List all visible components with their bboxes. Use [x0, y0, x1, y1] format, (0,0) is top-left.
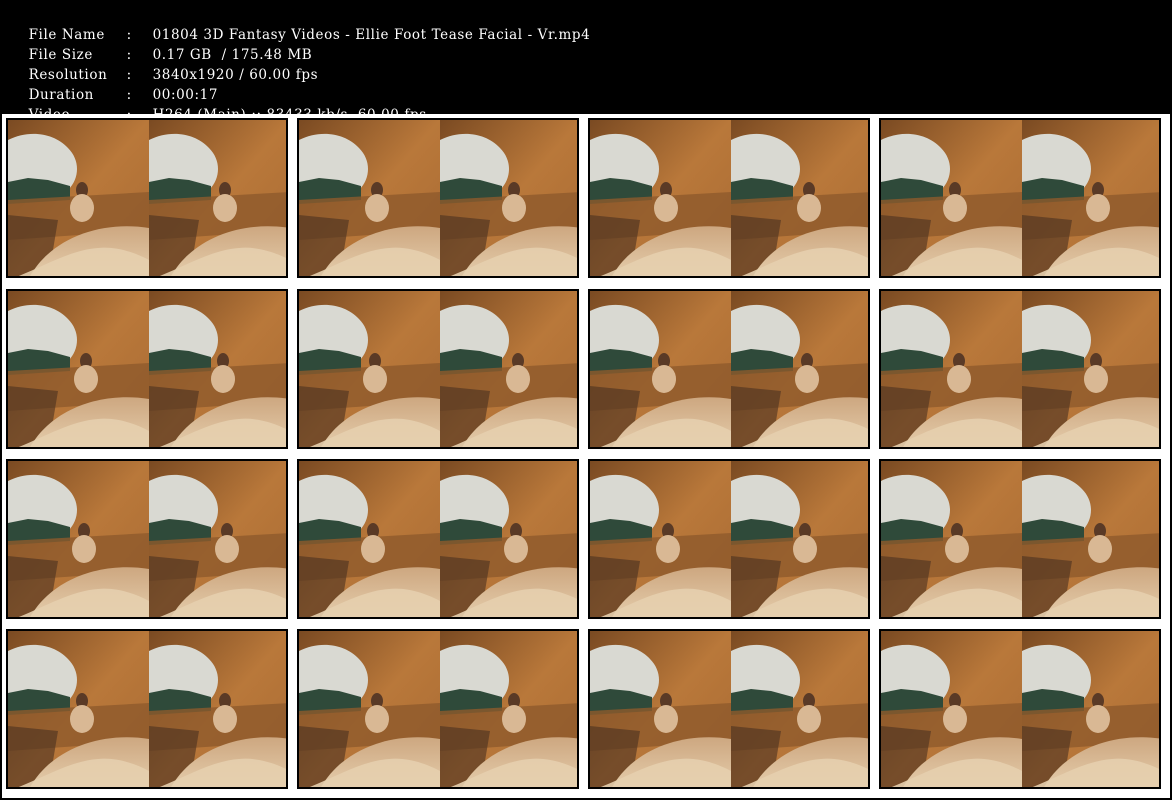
video-thumbnail: [297, 289, 579, 449]
thumbnail-left-eye-frame: [8, 291, 149, 447]
video-thumbnail: [6, 629, 288, 789]
thumbnail-right-eye-frame: [1022, 120, 1159, 276]
thumbnail-left-eye-frame: [299, 631, 440, 787]
thumbnail-right-eye-frame: [149, 631, 286, 787]
thumbnail-right-eye-frame: [1022, 291, 1159, 447]
video-thumbnail: [6, 459, 288, 619]
video-thumbnail: [297, 118, 579, 278]
info-row-duration: Duration:00:00:17: [9, 65, 218, 103]
thumbnail-right-eye-frame: [440, 291, 577, 447]
video-thumbnail: [297, 629, 579, 789]
thumbnail-left-eye-frame: [8, 461, 149, 617]
thumbnail-right-eye-frame: [149, 461, 286, 617]
thumbnail-left-eye-frame: [590, 291, 731, 447]
thumbnail-right-eye-frame: [440, 120, 577, 276]
info-row-resolution: Resolution:3840x1920 / 60.00 fps: [9, 45, 318, 83]
thumbnail-left-eye-frame: [590, 461, 731, 617]
info-row-video: Video:H264 (Main) :: 83433 kb/s, 60.00 f…: [9, 85, 427, 123]
thumbnail-right-eye-frame: [731, 291, 868, 447]
thumbnail-left-eye-frame: [590, 120, 731, 276]
video-thumbnail: [588, 289, 870, 449]
thumbnail-right-eye-frame: [149, 120, 286, 276]
thumbnail-left-eye-frame: [881, 461, 1022, 617]
thumbnail-left-eye-frame: [8, 120, 149, 276]
video-thumbnail: [297, 459, 579, 619]
video-thumbnail: [879, 459, 1161, 619]
video-thumbnail: [588, 459, 870, 619]
info-row-file-size: File Size:0.17 GB / 175.48 MB: [9, 25, 312, 63]
thumbnail-left-eye-frame: [299, 291, 440, 447]
video-thumbnail: [588, 629, 870, 789]
thumbnail-left-eye-frame: [881, 631, 1022, 787]
thumbnail-right-eye-frame: [731, 120, 868, 276]
thumbnail-right-eye-frame: [1022, 461, 1159, 617]
info-row-file-name: File Name:01804 3D Fantasy Videos - Elli…: [9, 5, 590, 43]
thumbnail-right-eye-frame: [731, 631, 868, 787]
thumbnail-left-eye-frame: [881, 291, 1022, 447]
thumbnail-right-eye-frame: [149, 291, 286, 447]
video-thumbnail: [879, 289, 1161, 449]
thumbnail-left-eye-frame: [881, 120, 1022, 276]
video-thumbnail: [879, 118, 1161, 278]
thumbnail-left-eye-frame: [299, 461, 440, 617]
thumbnail-right-eye-frame: [440, 461, 577, 617]
video-thumbnail: [879, 629, 1161, 789]
thumbnail-right-eye-frame: [731, 461, 868, 617]
thumbnail-left-eye-frame: [299, 120, 440, 276]
thumbnail-right-eye-frame: [1022, 631, 1159, 787]
thumbnail-grid: [2, 114, 1170, 798]
video-thumbnail: [6, 118, 288, 278]
file-info-header: File Name:01804 3D Fantasy Videos - Elli…: [0, 0, 1172, 123]
thumbnail-left-eye-frame: [8, 631, 149, 787]
video-thumbnail: [588, 118, 870, 278]
thumbnail-right-eye-frame: [440, 631, 577, 787]
thumbnail-left-eye-frame: [590, 631, 731, 787]
video-thumbnail: [6, 289, 288, 449]
